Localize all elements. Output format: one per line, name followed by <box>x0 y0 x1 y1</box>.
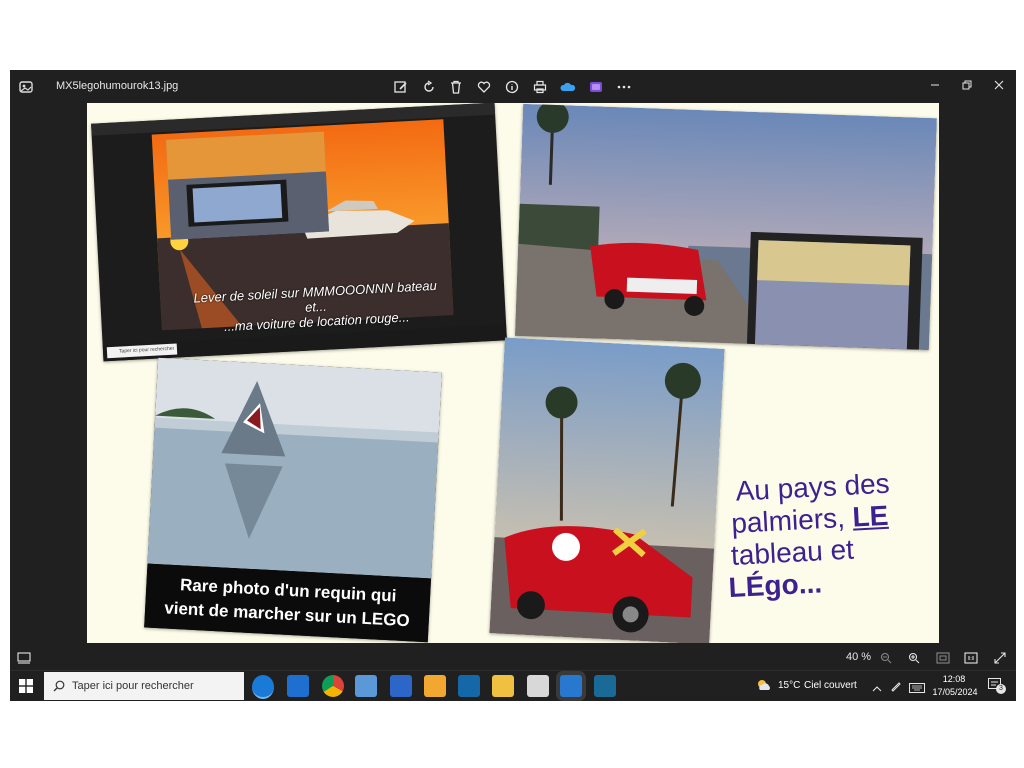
start-icon[interactable] <box>19 679 33 698</box>
filmstrip-icon[interactable] <box>17 651 31 669</box>
clock-date[interactable]: 17/05/2024 <box>932 687 978 697</box>
app-blue-icon[interactable] <box>458 675 480 697</box>
actual-size-icon[interactable] <box>964 651 978 669</box>
photos-window: MX5legohumourok13.jpg Lever de soleil su… <box>10 70 1016 701</box>
minimize-icon[interactable] <box>920 74 950 96</box>
store-icon[interactable] <box>424 675 446 697</box>
taskbar-search-box[interactable]: Taper ici pour rechercher <box>44 672 244 700</box>
windows-taskbar: Taper ici pour rechercher 15°C Ciel couv… <box>10 670 1016 701</box>
weather-text: Ciel couvert <box>804 680 857 691</box>
more-icon[interactable] <box>615 78 633 96</box>
onedrive-icon[interactable] <box>559 78 577 96</box>
shark-scene <box>147 357 442 579</box>
weather-icon[interactable] <box>756 678 772 697</box>
purple-line3: tableau et <box>730 533 855 572</box>
zoom-level: 40 % <box>846 651 872 663</box>
mail-icon[interactable] <box>287 675 309 697</box>
clipchamp-icon[interactable] <box>587 78 605 96</box>
chevron-up-icon[interactable] <box>872 680 882 698</box>
sunrise-screenshot-photo: Lever de soleil sur MMMOOONNN bateau et.… <box>91 103 507 362</box>
red-car-scene <box>489 337 725 643</box>
app-teal-icon[interactable] <box>594 675 616 697</box>
purple-line4: LÉgo... <box>727 567 823 604</box>
weather-temp: 15°C <box>778 680 801 691</box>
red-car-palms-photo <box>489 337 725 643</box>
image-canvas[interactable]: Lever de soleil sur MMMOOONNN bateau et.… <box>87 103 939 643</box>
notification-icon[interactable]: 3 <box>988 678 1006 697</box>
photos-app-icon <box>19 81 33 93</box>
document-icon[interactable] <box>527 675 549 697</box>
window-title: MX5legohumourok13.jpg <box>56 80 179 92</box>
fullscreen-icon[interactable] <box>994 651 1006 669</box>
search-icon <box>53 680 65 692</box>
purple-line2: palmiers, LE <box>730 499 890 539</box>
info-icon[interactable] <box>503 78 521 96</box>
purple-text-block: Au pays des palmiers, LE tableau et LÉgo… <box>723 468 931 638</box>
edge-icon[interactable] <box>252 675 274 699</box>
viewer-bottom-bar: 40 % <box>10 643 1016 673</box>
rotate-icon[interactable] <box>420 78 438 96</box>
chrome-icon[interactable] <box>322 675 344 697</box>
zoom-out-icon[interactable] <box>880 651 892 669</box>
notes-icon[interactable] <box>355 675 377 697</box>
shark-caption: Rare photo d'un requin qui vient de marc… <box>144 567 431 643</box>
favorite-icon[interactable] <box>475 78 493 96</box>
pen-icon[interactable] <box>890 679 902 697</box>
photos-taskbar-icon[interactable] <box>560 675 582 697</box>
clock-time[interactable]: 12:08 <box>934 674 974 684</box>
purple-line2b: LE <box>851 499 890 533</box>
close-icon[interactable] <box>984 74 1014 96</box>
outlook-icon[interactable] <box>390 675 412 697</box>
zoom-in-icon[interactable] <box>908 651 920 669</box>
file-explorer-icon[interactable] <box>492 675 514 697</box>
search-placeholder: Taper ici pour rechercher <box>72 680 194 692</box>
keyboard-icon[interactable] <box>909 680 925 698</box>
shark-photo: Rare photo d'un requin qui vient de marc… <box>144 357 442 643</box>
edit-icon[interactable] <box>392 78 410 96</box>
delete-icon[interactable] <box>447 78 465 96</box>
car-sea-sunset-photo <box>515 103 937 351</box>
notification-count: 3 <box>996 684 1006 694</box>
purple-line2a: palmiers, <box>730 501 854 539</box>
car-sea-scene <box>515 103 937 351</box>
fit-to-window-icon[interactable] <box>936 651 950 669</box>
print-icon[interactable] <box>531 78 549 96</box>
restore-icon[interactable] <box>952 74 982 96</box>
title-bar: MX5legohumourok13.jpg <box>10 70 1016 103</box>
